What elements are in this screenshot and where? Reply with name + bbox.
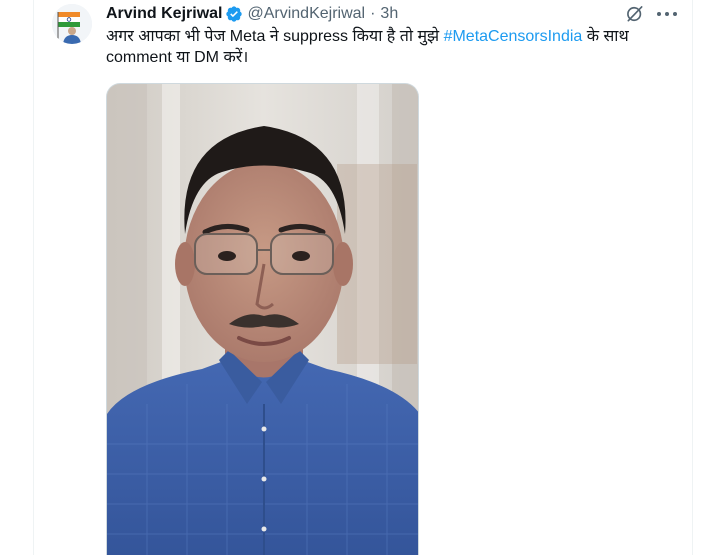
header-separator: · (370, 5, 376, 22)
timeline-frame: Arvind Kejriwal @ArvindKejriwal · 3h अगर… (0, 0, 712, 555)
tweet-timestamp[interactable]: 3h (380, 5, 398, 23)
verified-badge-icon[interactable] (225, 5, 243, 23)
author-handle[interactable]: @ArvindKejriwal (247, 5, 365, 23)
avatar-image (52, 4, 92, 44)
more-options-button[interactable] (654, 3, 680, 25)
tweet-text-before: अगर आपका भी पेज Meta ने suppress किया है… (106, 28, 444, 45)
author-display-name[interactable]: Arvind Kejriwal (106, 5, 222, 23)
more-options-icon (657, 12, 677, 16)
tweet-text: अगर आपका भी पेज Meta ने suppress किया है… (106, 26, 681, 68)
timeline-column-border-left (33, 0, 34, 555)
video-thumbnail-image (107, 84, 418, 555)
timeline-column-border-right (692, 0, 693, 555)
grok-button[interactable] (624, 3, 646, 25)
grok-icon (627, 6, 643, 22)
tweet-video[interactable] (106, 83, 419, 555)
hashtag-link[interactable]: #MetaCensorsIndia (444, 28, 583, 45)
author-avatar[interactable] (52, 4, 92, 44)
tweet-header: Arvind Kejriwal @ArvindKejriwal · 3h (106, 3, 398, 25)
